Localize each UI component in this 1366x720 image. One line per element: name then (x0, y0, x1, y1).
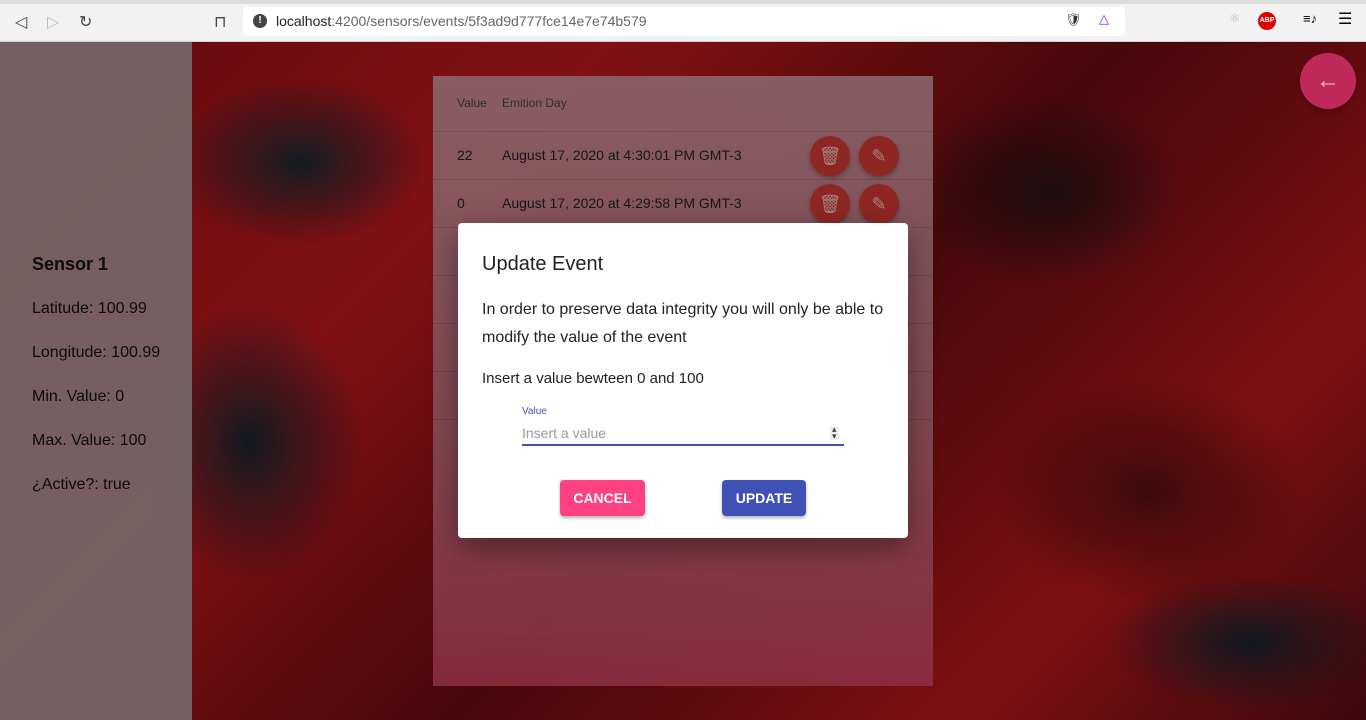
dialog-title: Update Event (482, 253, 604, 275)
url-path: :4200/sensors/events/5f3ad9d777fce14e7e7… (331, 13, 647, 29)
reload-icon[interactable]: ↻ (79, 12, 92, 32)
update-event-dialog: Update Event In order to preserve data i… (458, 223, 908, 538)
url-host: localhost (276, 13, 332, 29)
back-nav-icon[interactable]: ◁ (15, 12, 27, 32)
tab-strip (0, 0, 1366, 4)
value-label: Value (522, 406, 547, 417)
adblock-icon[interactable]: ABP (1258, 12, 1276, 30)
back-button[interactable]: ← (1300, 53, 1356, 109)
dialog-message: In order to preserve data integrity you … (482, 301, 884, 346)
info-icon[interactable]: ! (253, 14, 267, 28)
address-bar[interactable]: ! localhost:4200/sensors/events/5f3ad9d7… (243, 7, 1125, 36)
value-input[interactable] (522, 422, 844, 446)
dialog-hint: Insert a value bewteen 0 and 100 (482, 370, 704, 387)
cancel-button[interactable]: CANCEL (560, 480, 645, 516)
update-button[interactable]: UPDATE (722, 480, 806, 516)
brave-rewards-icon[interactable]: △ (1099, 11, 1109, 27)
bookmark-icon[interactable]: ⊓ (214, 12, 226, 32)
browser-toolbar: ◁ ▷ ↻ ⊓ ! localhost:4200/sensors/events/… (0, 0, 1366, 42)
forward-nav-icon[interactable]: ▷ (47, 12, 59, 32)
number-spinner-icon[interactable]: ▴ ▾ (830, 425, 839, 441)
brave-shield-icon[interactable]: 🛡 (1065, 12, 1082, 28)
react-devtools-icon[interactable]: ⚛ (1229, 11, 1241, 27)
media-icon[interactable]: ≡♪ (1303, 11, 1317, 26)
menu-icon[interactable]: ☰ (1338, 9, 1352, 29)
